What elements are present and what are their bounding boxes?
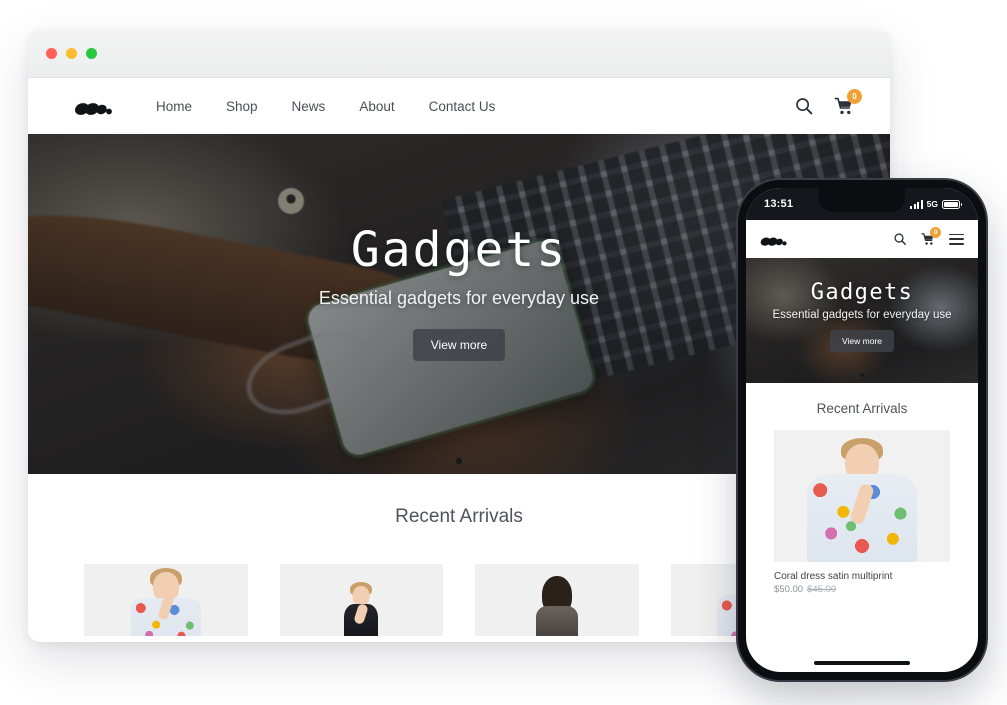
browser-titlebar [28,30,890,78]
minimize-window-button[interactable] [66,48,77,59]
phone-notch [819,188,905,212]
battery-icon [942,199,962,209]
phone-hero-subtitle: Essential gadgets for everyday use [772,308,952,321]
nav-link-contact-us[interactable]: Contact Us [429,99,496,114]
search-icon[interactable] [893,232,907,246]
phone-mockup: 13:51 5G 0 Gadgets Essential gadgets for… [738,180,986,680]
hamburger-menu-icon[interactable] [949,233,964,245]
search-icon[interactable] [794,96,814,116]
site-navbar: Home Shop News About Contact Us 0 [28,78,890,134]
phone-navbar-actions: 0 [893,227,964,246]
phone-carousel-dots [746,373,978,377]
product-card[interactable] [279,564,443,636]
phone-hero-content: Gadgets Essential gadgets for everyday u… [746,258,978,383]
phone-status-indicators: 5G [910,199,962,209]
model-coat [535,606,578,636]
phone-hero-view-more-button[interactable]: View more [830,329,894,352]
product-old-price: $45.00 [807,584,837,595]
phone-carousel-dot-1[interactable] [860,373,864,377]
product-card[interactable] [84,564,248,636]
phone-navbar: 0 [746,220,978,258]
phone-home-indicator[interactable] [814,661,910,665]
phone-clock: 13:51 [764,198,794,210]
product-thumbnail[interactable] [475,564,639,636]
phone-recent-arrivals-title: Recent Arrivals [746,383,978,430]
cart-icon[interactable]: 0 [834,89,862,116]
m-logo-icon[interactable] [74,94,114,118]
hero-subtitle: Essential gadgets for everyday use [318,287,600,308]
phone-screen: 13:51 5G 0 Gadgets Essential gadgets for… [746,188,978,672]
cart-count-badge: 0 [930,227,941,238]
hero-title: Gadgets [350,221,568,278]
main-menu: Home Shop News About Contact Us [156,99,495,114]
cart-icon[interactable]: 0 [921,227,941,246]
product-thumbnail[interactable] [84,564,248,636]
m-logo-icon[interactable] [760,231,788,248]
nav-link-about[interactable]: About [359,99,394,114]
phone-product-prices: $50.00 $45.00 [774,584,950,595]
phone-product-card[interactable]: Coral dress satin multiprint $50.00 $45.0… [746,430,978,595]
phone-hero-carousel: Gadgets Essential gadgets for everyday u… [746,258,978,383]
signal-bars-icon [910,199,923,209]
product-card[interactable] [475,564,639,636]
nav-link-news[interactable]: News [292,99,326,114]
close-window-button[interactable] [46,48,57,59]
maximize-window-button[interactable] [86,48,97,59]
navbar-actions: 0 [794,89,862,116]
carousel-dot-1[interactable] [456,458,462,464]
product-thumbnail[interactable] [279,564,443,636]
nav-link-shop[interactable]: Shop [226,99,258,114]
hero-view-more-button[interactable]: View more [412,328,506,361]
network-label: 5G [926,199,938,209]
phone-status-bar: 13:51 5G [746,188,978,220]
cart-count-badge: 0 [847,89,862,104]
nav-link-home[interactable]: Home [156,99,192,114]
phone-hero-title: Gadgets [810,279,914,305]
product-price: $50.00 [774,584,804,595]
phone-product-name: Coral dress satin multiprint [774,571,893,582]
phone-product-thumbnail[interactable] [774,430,950,562]
